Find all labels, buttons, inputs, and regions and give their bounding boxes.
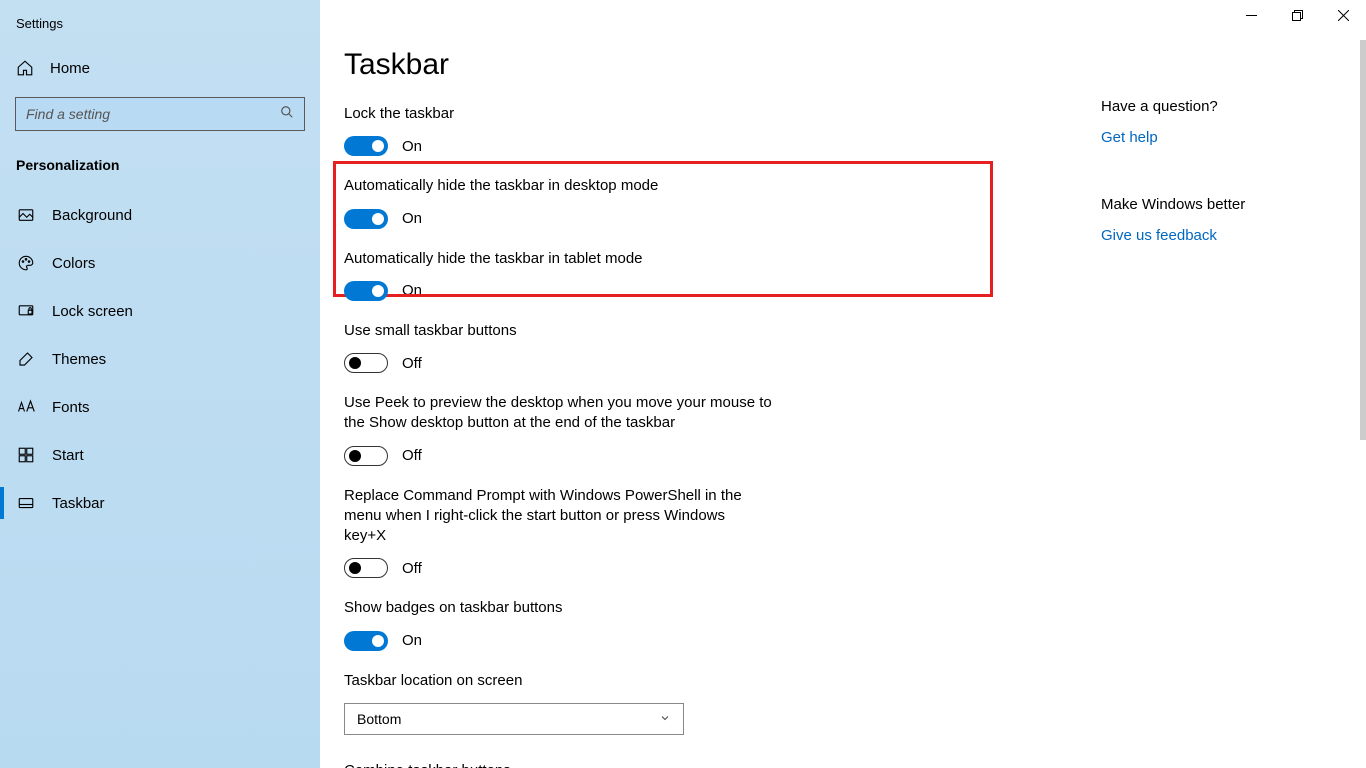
setting-label: Taskbar location on screen <box>344 671 884 691</box>
taskbar-icon <box>16 493 36 513</box>
setting-location: Taskbar location on screen Bottom <box>344 671 884 735</box>
toggle-small-buttons[interactable] <box>344 353 388 373</box>
setting-small-buttons: Use small taskbar buttons Off <box>344 321 884 373</box>
themes-icon <box>16 349 36 369</box>
toggle-state: Off <box>402 355 422 372</box>
setting-auto-hide-desktop: Automatically hide the taskbar in deskto… <box>344 176 884 228</box>
nav-item-lock-screen[interactable]: Lock screen <box>0 287 320 335</box>
toggle-lock-taskbar[interactable] <box>344 136 388 156</box>
setting-label: Automatically hide the taskbar in tablet… <box>344 249 884 269</box>
right-panel: Have a question? Get help Make Windows b… <box>1101 0 1366 768</box>
search-input[interactable] <box>26 106 280 122</box>
nav-label: Themes <box>52 351 106 368</box>
setting-label: Automatically hide the taskbar in deskto… <box>344 176 884 196</box>
window-title: Settings <box>0 12 320 49</box>
setting-combine: Combine taskbar buttons Always, hide lab… <box>344 761 884 768</box>
lock-screen-icon <box>16 301 36 321</box>
page-title: Taskbar <box>344 48 1077 82</box>
feedback-heading: Make Windows better <box>1101 196 1346 213</box>
setting-auto-hide-tablet: Automatically hide the taskbar in tablet… <box>344 249 884 301</box>
toggle-state: On <box>402 282 422 299</box>
search-icon <box>280 105 294 124</box>
setting-label: Show badges on taskbar buttons <box>344 598 884 618</box>
setting-lock-taskbar: Lock the taskbar On <box>344 104 884 156</box>
nav-label: Lock screen <box>52 303 133 320</box>
select-taskbar-location[interactable]: Bottom <box>344 703 684 735</box>
nav-label: Start <box>52 447 84 464</box>
fonts-icon <box>16 397 36 417</box>
get-help-link[interactable]: Get help <box>1101 129 1346 146</box>
nav-home[interactable]: Home <box>0 49 320 87</box>
setting-label: Use Peek to preview the desktop when you… <box>344 393 774 434</box>
toggle-peek[interactable] <box>344 446 388 466</box>
toggle-state: Off <box>402 560 422 577</box>
toggle-powershell[interactable] <box>344 558 388 578</box>
toggle-state: On <box>402 138 422 155</box>
palette-icon <box>16 253 36 273</box>
start-icon <box>16 445 36 465</box>
nav-label: Fonts <box>52 399 90 416</box>
nav-label: Background <box>52 207 132 224</box>
home-icon <box>16 59 34 77</box>
sidebar: Settings Home Personalization Background… <box>0 0 320 768</box>
nav-item-background[interactable]: Background <box>0 191 320 239</box>
minimize-button[interactable] <box>1228 0 1274 30</box>
setting-label: Use small taskbar buttons <box>344 321 884 341</box>
toggle-state: Off <box>402 447 422 464</box>
toggle-state: On <box>402 210 422 227</box>
maximize-button[interactable] <box>1274 0 1320 30</box>
scrollbar[interactable] <box>1360 40 1366 440</box>
toggle-state: On <box>402 632 422 649</box>
search-box[interactable] <box>15 97 305 131</box>
nav-item-colors[interactable]: Colors <box>0 239 320 287</box>
select-value: Bottom <box>357 711 401 727</box>
setting-peek: Use Peek to preview the desktop when you… <box>344 393 774 466</box>
toggle-auto-hide-desktop[interactable] <box>344 209 388 229</box>
setting-label: Lock the taskbar <box>344 104 884 124</box>
help-heading: Have a question? <box>1101 98 1346 115</box>
chevron-down-icon <box>659 711 671 727</box>
toggle-badges[interactable] <box>344 631 388 651</box>
nav-label: Colors <box>52 255 95 272</box>
nav-item-themes[interactable]: Themes <box>0 335 320 383</box>
nav-item-start[interactable]: Start <box>0 431 320 479</box>
nav-item-fonts[interactable]: Fonts <box>0 383 320 431</box>
main-content: Taskbar Lock the taskbar On Automaticall… <box>320 0 1101 768</box>
window-controls <box>1228 0 1366 30</box>
setting-label: Replace Command Prompt with Windows Powe… <box>344 486 764 547</box>
home-label: Home <box>50 60 90 77</box>
close-button[interactable] <box>1320 0 1366 30</box>
toggle-auto-hide-tablet[interactable] <box>344 281 388 301</box>
setting-powershell: Replace Command Prompt with Windows Powe… <box>344 486 764 579</box>
nav-label: Taskbar <box>52 495 105 512</box>
picture-icon <box>16 205 36 225</box>
nav-item-taskbar[interactable]: Taskbar <box>0 479 320 527</box>
setting-badges: Show badges on taskbar buttons On <box>344 598 884 650</box>
setting-label: Combine taskbar buttons <box>344 761 884 768</box>
category-header: Personalization <box>0 151 320 191</box>
give-feedback-link[interactable]: Give us feedback <box>1101 227 1346 244</box>
